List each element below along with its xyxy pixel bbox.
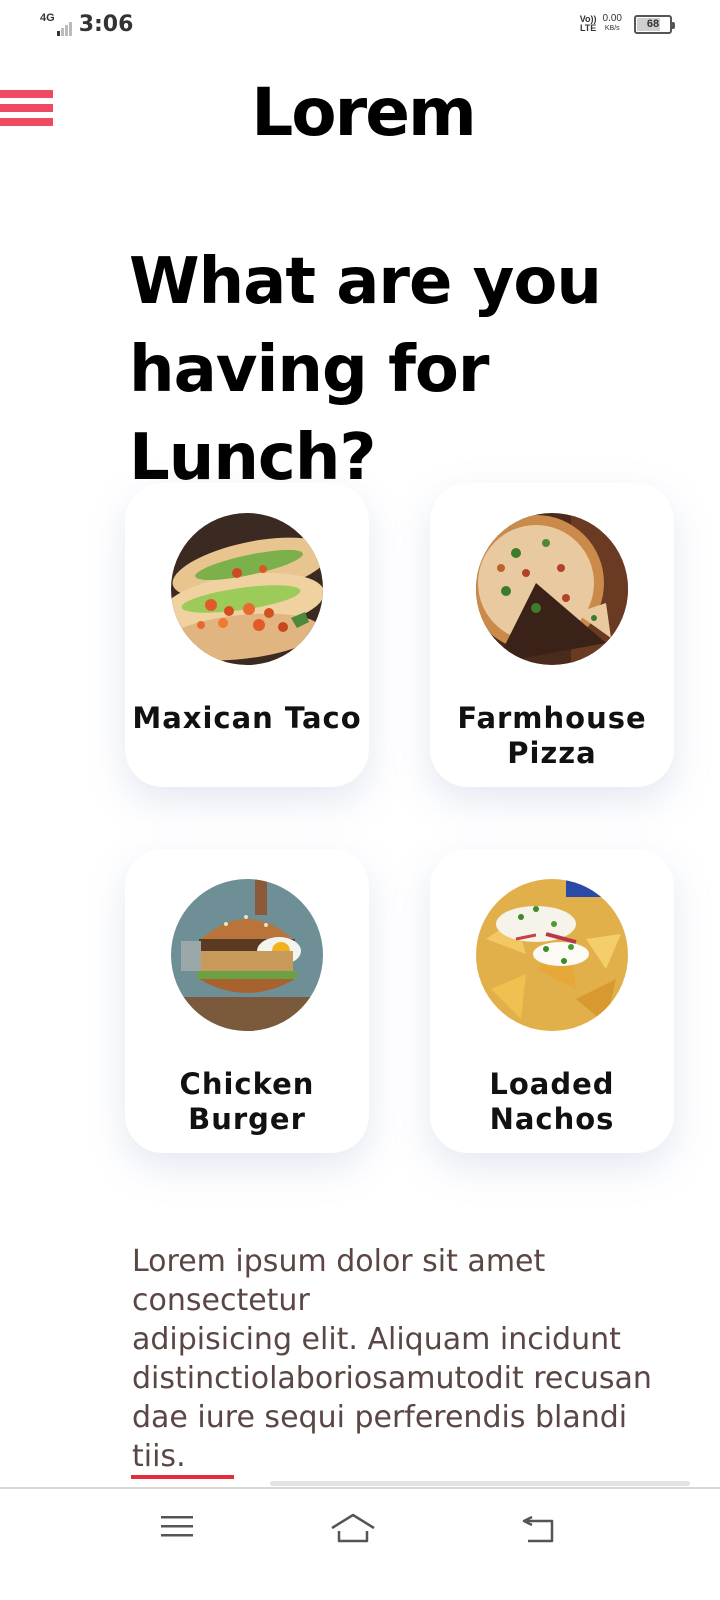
page-headline: What are you having for Lunch? [129,245,602,495]
clock: 3:06 [78,12,134,37]
status-bar: 4G 3:06 Vo)) LTE 0.00 KB/s 68 [0,0,720,54]
taco-photo [171,513,323,665]
food-card-pizza[interactable]: Farmhouse Pizza [430,483,674,787]
app-title: Lorem [251,74,476,151]
food-name: Farmhouse Pizza [457,701,647,770]
food-name: Maxican Taco [132,701,362,735]
active-tab-indicator [131,1475,234,1479]
system-nav-bar [0,1487,720,1600]
home-icon[interactable] [323,1511,383,1551]
network-speed: 0.00 KB/s [602,13,622,33]
food-card-burger[interactable]: Chicken Burger [125,849,369,1153]
description-text: Lorem ipsum dolor sit amet consectetur a… [132,1244,652,1474]
battery-level: 68 [646,18,660,30]
status-right: Vo)) LTE 0.00 KB/s 68 [579,13,675,34]
volte-icon: Vo)) LTE [579,14,597,33]
status-left: 4G 3:06 [40,12,133,37]
food-card-taco[interactable]: Maxican Taco [125,483,369,787]
nachos-photo [476,879,628,1031]
scroll-indicator [270,1481,690,1486]
battery-icon: 68 [634,14,675,34]
food-name: Chicken Burger [179,1067,315,1136]
food-card-nachos[interactable]: Loaded Nachos [430,849,674,1153]
signal-icon [56,14,73,36]
network-type: 4G [40,12,55,24]
recent-apps-icon[interactable] [147,1511,207,1551]
burger-photo [171,879,323,1031]
food-name: Loaded Nachos [489,1067,615,1136]
back-icon[interactable] [508,1511,568,1551]
pizza-photo [476,513,628,665]
